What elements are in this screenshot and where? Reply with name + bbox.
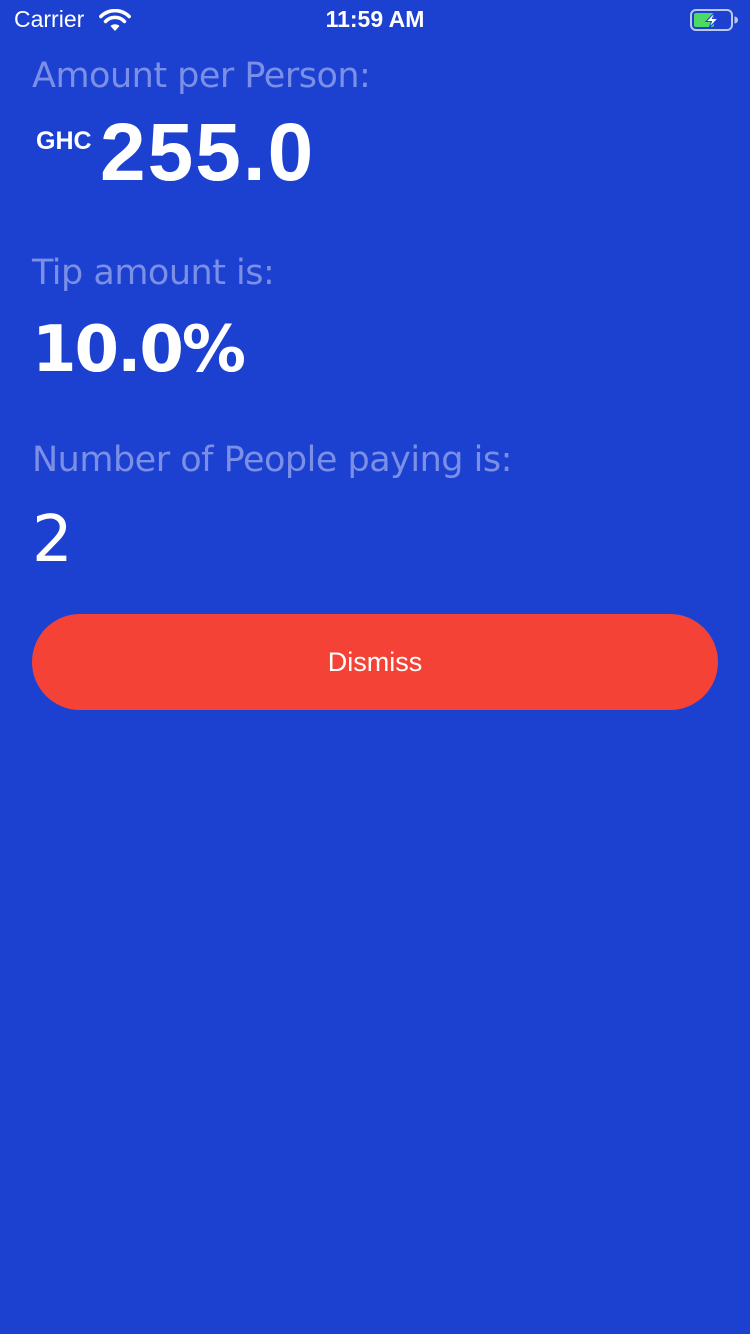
- amount-per-person-label: Amount per Person:: [32, 56, 371, 96]
- people-count-value: 2: [32, 503, 73, 577]
- dismiss-button[interactable]: Dismiss: [32, 614, 718, 710]
- tip-amount-label: Tip amount is:: [32, 253, 275, 293]
- currency-label: GHC: [36, 127, 92, 155]
- people-count-label: Number of People paying is:: [32, 440, 512, 480]
- tip-amount-value: 10.0%: [32, 313, 246, 387]
- amount-per-person-value: 255.0: [100, 107, 316, 198]
- battery-charging-icon: [690, 9, 738, 31]
- status-time: 11:59 AM: [325, 6, 425, 32]
- status-bar: Carrier 11:59 AM: [0, 0, 750, 40]
